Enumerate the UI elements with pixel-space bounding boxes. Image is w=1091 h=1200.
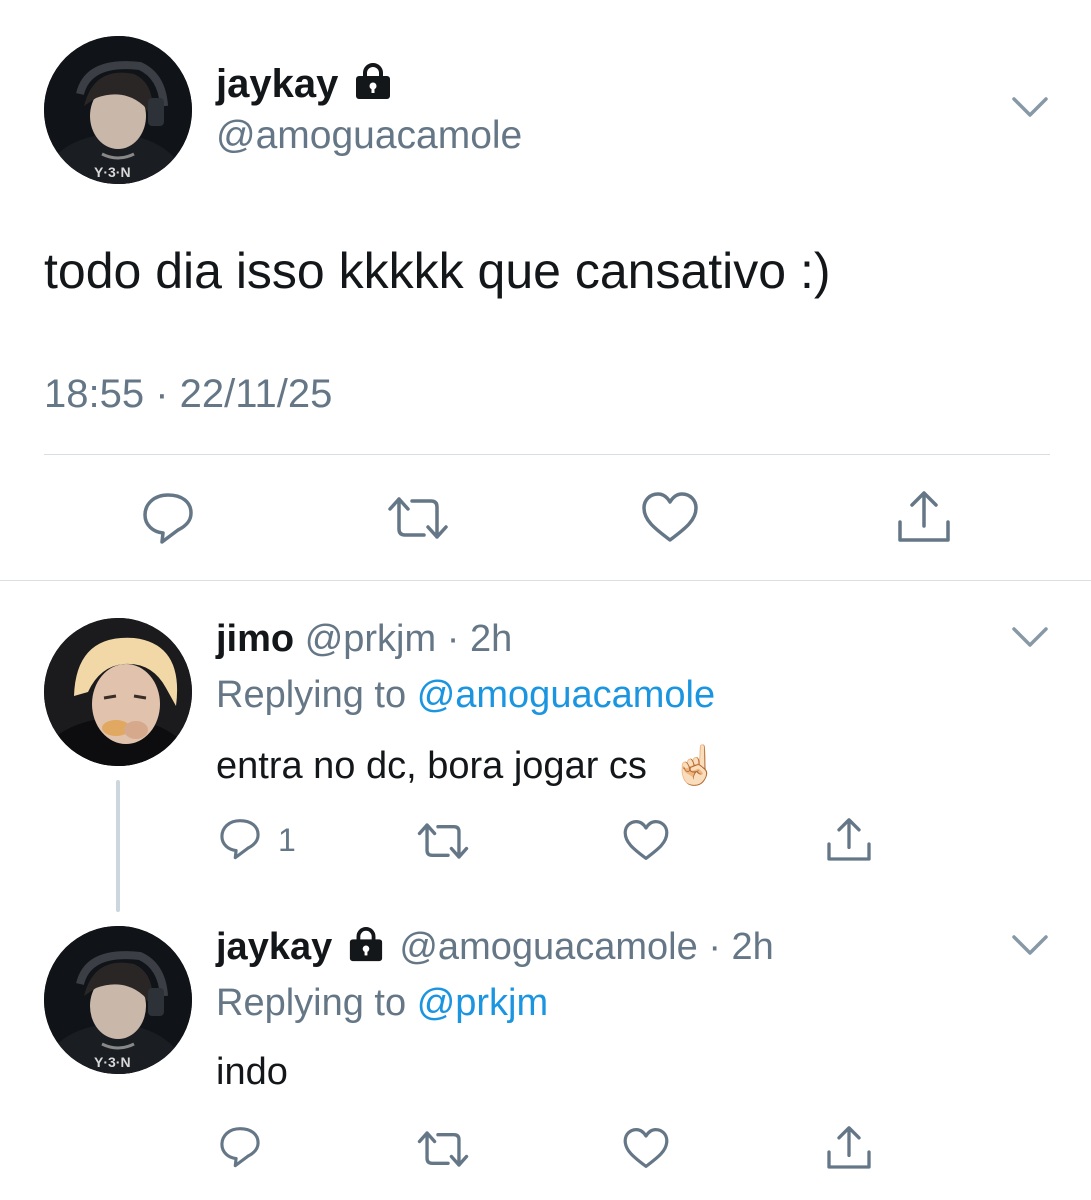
tweet-text: todo dia isso kkkkk que cansativo :) [44, 243, 831, 299]
retweet-icon[interactable] [416, 1128, 470, 1170]
replying-to-label: Replying to [216, 674, 407, 716]
like-icon[interactable] [640, 490, 700, 544]
separator-dot: · [697, 926, 732, 968]
thread-line [116, 780, 120, 912]
replying-to-label: Replying to [216, 982, 407, 1024]
retweet-icon[interactable] [416, 820, 470, 862]
reply-icon[interactable] [218, 1124, 262, 1168]
share-icon[interactable] [894, 486, 954, 546]
chevron-down-icon[interactable] [1010, 932, 1050, 958]
share-icon[interactable] [824, 1122, 874, 1172]
reply-icon[interactable] [140, 489, 196, 545]
reply-header: jaykay @amoguacamole · 2h [216, 924, 774, 970]
reply-text: indo [216, 1051, 288, 1093]
chevron-down-icon[interactable] [1010, 94, 1050, 120]
handle[interactable]: @prkjm [305, 618, 436, 660]
avatar-shirt-print: Y·3·N [94, 164, 131, 180]
reply-icon[interactable] [218, 816, 262, 860]
avatar[interactable]: Y·3·N [44, 926, 192, 1074]
avatar[interactable] [44, 618, 192, 766]
handle[interactable]: @amoguacamole [399, 926, 697, 968]
display-name[interactable]: jaykay [216, 60, 393, 108]
reply-text: entra no dc, bora jogar cs ☝🏻 [216, 745, 719, 787]
replying-to-mention[interactable]: @prkjm [417, 982, 548, 1024]
display-name[interactable]: jaykay [216, 926, 332, 968]
lock-icon [347, 927, 385, 963]
handle[interactable]: @amoguacamole [216, 112, 522, 160]
divider [44, 454, 1050, 455]
replying-to: Replying to @amoguacamole [216, 672, 715, 718]
divider [0, 580, 1091, 581]
chevron-down-icon[interactable] [1010, 624, 1050, 650]
pointing-up-emoji: ☝🏻 [671, 745, 719, 787]
replying-to: Replying to @prkjm [216, 980, 548, 1026]
like-icon[interactable] [622, 1126, 670, 1170]
retweet-icon[interactable] [386, 493, 450, 543]
relative-time[interactable]: 2h [732, 926, 774, 968]
share-icon[interactable] [824, 814, 874, 864]
replying-to-mention[interactable]: @amoguacamole [417, 674, 715, 716]
relative-time[interactable]: 2h [470, 618, 512, 660]
like-icon[interactable] [622, 818, 670, 862]
avatar[interactable]: Y·3·N [44, 36, 192, 184]
avatar-shirt-print: Y·3·N [94, 1054, 131, 1070]
reply-count: 1 [278, 822, 296, 858]
lock-icon [353, 63, 393, 101]
separator-dot: · [436, 618, 470, 660]
timestamp[interactable]: 18:55 · 22/11/25 [44, 368, 332, 420]
reply-header: jimo @prkjm · 2h [216, 616, 512, 662]
display-name[interactable]: jimo [216, 618, 294, 660]
